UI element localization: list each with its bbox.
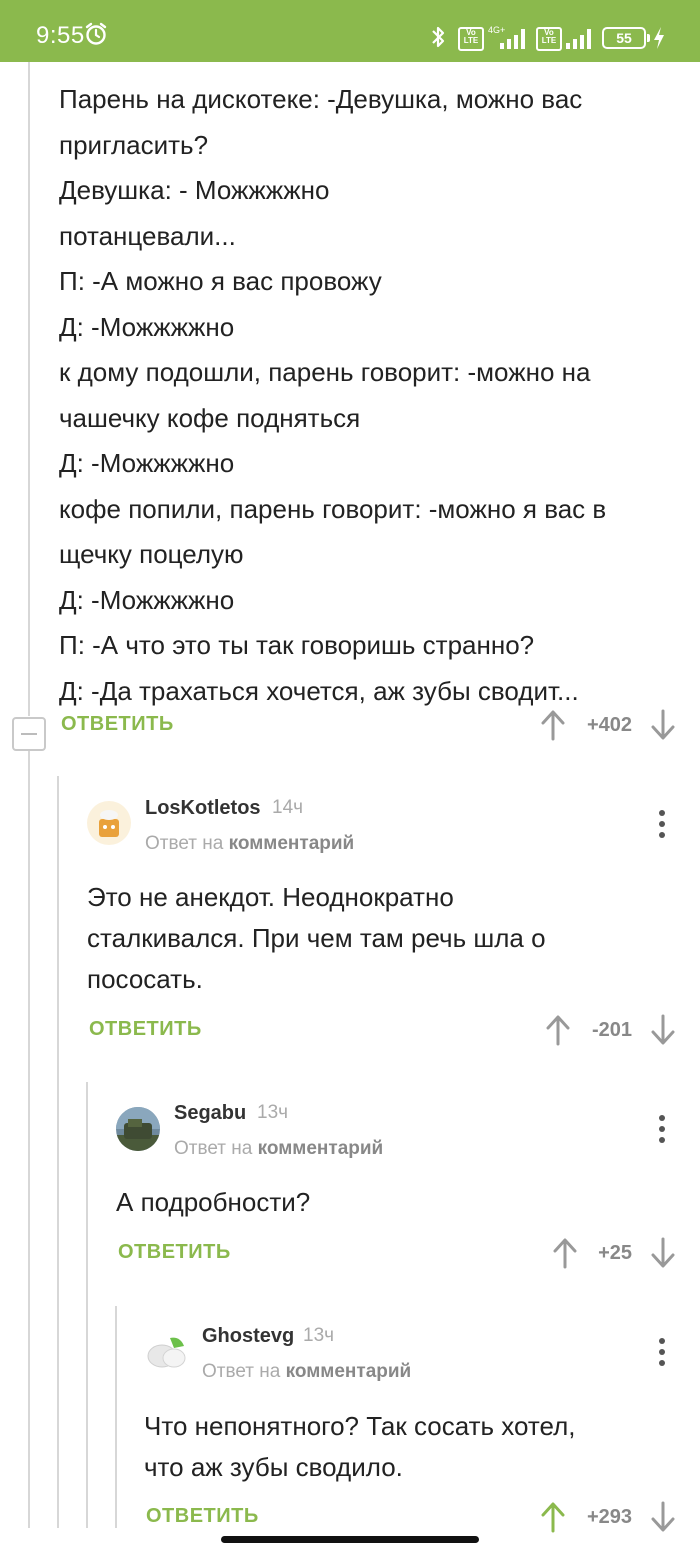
comment-time: 13ч: [257, 1102, 289, 1123]
thread-line: [115, 1306, 117, 1528]
comment-username[interactable]: LosKotletos: [145, 797, 261, 820]
reply-to-prefix: Ответ на: [174, 1138, 253, 1159]
thread-line: [28, 62, 30, 716]
comment-body: Это не анекдот. Неоднократно сталкивался…: [87, 877, 687, 1000]
volte-icon: Vo LTE: [458, 27, 484, 51]
post-line: Девушка: - Можжжжно: [59, 175, 330, 205]
upvote-icon[interactable]: [540, 709, 566, 741]
upvote-icon[interactable]: [545, 1014, 571, 1046]
post-line: кофе попили, парень говорит: -можно я ва…: [59, 493, 607, 524]
reply-to-target[interactable]: комментарий: [258, 1138, 384, 1159]
post-line: Д: -Можжжжно: [59, 448, 235, 478]
reply-to-label[interactable]: Ответ на комментарий: [145, 833, 354, 855]
comment-line: что аж зубы сводило.: [144, 1452, 403, 1482]
comment-body: Что непонятного? Так сосать хотел, что а…: [144, 1406, 689, 1488]
post-line: к дому подошли, парень говорит: -можно н…: [59, 357, 591, 387]
battery-icon: 55: [602, 27, 650, 49]
alarm-icon: [85, 22, 107, 45]
post-line: Д: -Можжжжно: [59, 584, 235, 615]
avatar-image: [116, 1107, 160, 1151]
comment-body: А подробности?: [116, 1182, 686, 1223]
reply-button[interactable]: ОТВЕТИТЬ: [89, 1018, 202, 1041]
avatar-image: [147, 1337, 186, 1368]
comment-score: +402: [586, 714, 632, 736]
downvote-icon[interactable]: [650, 1501, 676, 1533]
downvote-icon[interactable]: [650, 709, 676, 741]
post-line: пригласить?: [59, 129, 209, 160]
comment-score: +293: [586, 1506, 632, 1528]
post-line: чашечку кофе подняться: [59, 402, 361, 433]
post-line: щечку поцелую: [59, 539, 244, 569]
avatar[interactable]: [144, 1330, 188, 1374]
more-options-icon[interactable]: [659, 1115, 665, 1148]
post-line: Парень на дискотеке: -Девушка, можно вас: [59, 84, 583, 114]
status-time: 9:55: [36, 22, 85, 49]
thread-line: [28, 748, 30, 1528]
reply-to-label[interactable]: Ответ на комментарий: [174, 1138, 383, 1160]
avatar-image: [99, 810, 119, 837]
reply-to-target[interactable]: комментарий: [286, 1361, 412, 1382]
downvote-icon[interactable]: [650, 1237, 676, 1269]
reply-to-label[interactable]: Ответ на комментарий: [202, 1361, 411, 1383]
comment-time: 13ч: [303, 1325, 335, 1346]
comment-line: А подробности?: [116, 1187, 311, 1217]
post-line: Д: -Да трахаться хочется, аж зубы сводит…: [59, 675, 579, 706]
reply-to-prefix: Ответ на: [145, 833, 224, 854]
reply-button[interactable]: ОТВЕТИТЬ: [146, 1505, 259, 1528]
signal-icon: [500, 29, 525, 49]
bluetooth-icon: [432, 26, 445, 48]
post-line: потанцевали...: [59, 220, 236, 251]
comment-line: Что непонятного? Так сосать хотел,: [144, 1411, 576, 1441]
post-body: Парень на дискотеке: -Девушка, можно вас…: [59, 77, 689, 714]
post-line: Д: -Можжжжно: [59, 311, 235, 342]
comment-username[interactable]: Segabu: [174, 1102, 246, 1125]
downvote-icon[interactable]: [650, 1014, 676, 1046]
signal-icon: [566, 29, 591, 49]
collapse-thread-button[interactable]: [12, 717, 46, 751]
comment-line: Это не анекдот. Неоднократно: [87, 882, 454, 912]
more-options-icon[interactable]: [659, 810, 665, 843]
volte-icon: Vo LTE: [536, 27, 562, 51]
more-options-icon[interactable]: [659, 1338, 665, 1371]
reply-to-prefix: Ответ на: [202, 1361, 281, 1382]
avatar[interactable]: [116, 1107, 160, 1151]
thread-line: [57, 776, 59, 1528]
upvote-icon[interactable]: [540, 1501, 566, 1533]
post-line: П: -А что это ты так говоришь странно?: [59, 630, 535, 660]
post-line: П: -А можно я вас провожу: [59, 266, 382, 296]
charging-icon: [654, 27, 664, 49]
comment-line: пососать.: [87, 964, 203, 994]
comment-username[interactable]: Ghostevg: [202, 1325, 294, 1348]
avatar[interactable]: [87, 801, 131, 845]
comment-time: 14ч: [272, 797, 304, 818]
comment-score: -201: [591, 1019, 632, 1041]
comment-line: сталкивался. При чем там речь шла о: [87, 923, 546, 953]
reply-button[interactable]: ОТВЕТИТЬ: [61, 713, 174, 736]
reply-button[interactable]: ОТВЕТИТЬ: [118, 1241, 231, 1264]
comment-score: +25: [598, 1242, 632, 1264]
status-bar: 9:55 Vo LTE 4G+ Vo LTE 55: [0, 0, 700, 62]
home-indicator[interactable]: [221, 1536, 479, 1543]
reply-to-target[interactable]: комментарий: [229, 833, 355, 854]
thread-line: [86, 1082, 88, 1528]
